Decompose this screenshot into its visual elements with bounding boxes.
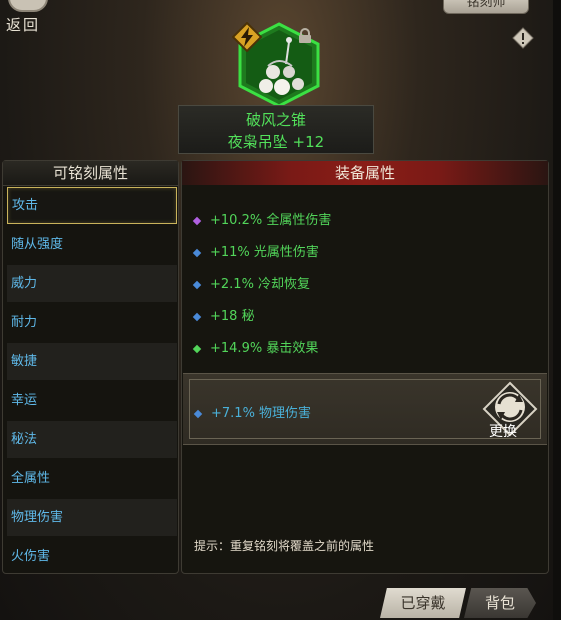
hint-text: 提示：重复铭刻将覆盖之前的属性 <box>194 539 375 553</box>
inscriber-tab[interactable]: 铭刻师 <box>443 0 529 14</box>
blue-diamond-icon <box>192 248 202 257</box>
attribute-item-agility[interactable]: 敏捷 <box>7 343 177 380</box>
stat-text: +10.2% 全属性伤害 <box>210 213 332 228</box>
attribute-list: 攻击 随从强度 威力 耐力 敏捷 幸运 秘法 全属性 物理伤害 火伤害 <box>7 187 177 577</box>
attribute-item-power[interactable]: 威力 <box>7 265 177 302</box>
inscribable-attributes-title: 可铭刻属性 <box>3 161 178 186</box>
item-name-box: 破风之锥 夜枭吊坠 +12 <box>178 105 374 154</box>
blue-diamond-icon <box>192 312 202 321</box>
inscription-slot[interactable]: +7.1% 物理伤害 更换 <box>183 373 547 445</box>
stat-text: +11% 光属性伤害 <box>210 245 319 260</box>
warning-icon[interactable] <box>512 27 534 49</box>
replace-button-label[interactable]: 更换 <box>489 421 517 441</box>
equipment-attributes-title: 装备属性 <box>182 161 548 185</box>
inscribed-stat: +7.1% 物理伤害 <box>193 402 312 421</box>
attribute-item-stamina[interactable]: 耐力 <box>7 304 177 341</box>
stat-text: +2.1% 冷却恢复 <box>210 277 311 292</box>
attribute-item-luck[interactable]: 幸运 <box>7 382 177 419</box>
blue-diamond-icon <box>193 409 203 418</box>
attribute-item-attack[interactable]: 攻击 <box>7 187 177 224</box>
blue-diamond-icon <box>192 280 202 289</box>
stat-line: +18 秘 <box>192 305 255 324</box>
back-label: 返回 <box>6 16 41 34</box>
back-button[interactable]: 返回 <box>0 0 60 36</box>
green-diamond-icon <box>192 344 202 353</box>
stat-line: +14.9% 暴击效果 <box>192 337 319 356</box>
attribute-item-all-stats[interactable]: 全属性 <box>7 460 177 497</box>
attribute-item-arcane[interactable]: 秘法 <box>7 421 177 458</box>
stat-text: +18 秘 <box>210 309 255 324</box>
tab-bag[interactable]: 背包 <box>464 588 536 618</box>
scroll-edge <box>553 0 561 620</box>
lightning-badge-icon <box>232 22 262 52</box>
stat-line: +11% 光属性伤害 <box>192 241 319 260</box>
stat-text: +14.9% 暴击效果 <box>210 341 319 356</box>
equipment-attributes-panel: 装备属性 +10.2% 全属性伤害 +11% 光属性伤害 +2.1% 冷却恢复 … <box>181 160 549 574</box>
item-name: 破风之锥 <box>245 111 306 129</box>
back-icon <box>8 0 48 12</box>
attribute-item-minion-strength[interactable]: 随从强度 <box>7 226 177 263</box>
stat-line: +10.2% 全属性伤害 <box>192 209 332 228</box>
lock-icon[interactable] <box>298 28 312 44</box>
item-subtitle: 夜枭吊坠 +12 <box>227 133 325 151</box>
inscribed-stat-text: +7.1% 物理伤害 <box>211 406 312 421</box>
tab-equipped[interactable]: 已穿戴 <box>380 588 466 618</box>
inscribable-attributes-panel: 可铭刻属性 攻击 随从强度 威力 耐力 敏捷 幸运 秘法 全属性 物理伤害 火伤… <box>2 160 179 574</box>
stat-line: +2.1% 冷却恢复 <box>192 273 311 292</box>
attribute-item-physical-damage[interactable]: 物理伤害 <box>7 499 177 536</box>
purple-diamond-icon <box>192 216 202 225</box>
attribute-item-fire-damage[interactable]: 火伤害 <box>7 538 177 575</box>
